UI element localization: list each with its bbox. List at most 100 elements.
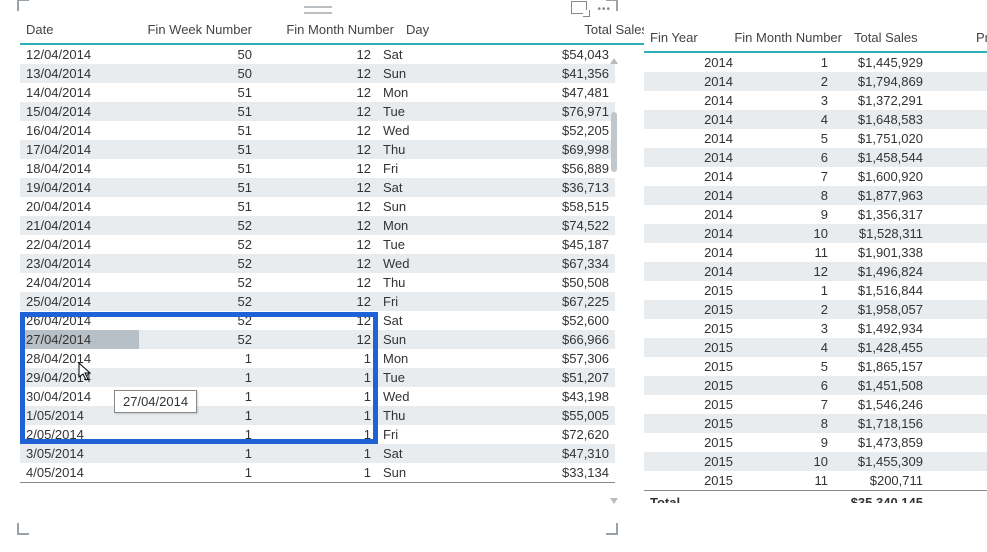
cell-year[interactable]: 2014 bbox=[644, 148, 739, 167]
cell-day[interactable]: Sat bbox=[377, 45, 496, 64]
cell-sales[interactable]: $55,005 bbox=[496, 406, 615, 425]
table-row[interactable]: 27/04/20145212Sun$66,966 bbox=[20, 330, 615, 349]
cell-day[interactable]: Tue bbox=[377, 235, 496, 254]
drag-handle-icon[interactable] bbox=[304, 6, 332, 14]
cell-week[interactable]: 51 bbox=[139, 83, 258, 102]
table-row[interactable]: 26/04/20145212Sat$52,600 bbox=[20, 311, 615, 330]
cell-week[interactable]: 50 bbox=[139, 45, 258, 64]
cell-month[interactable]: 4 bbox=[739, 110, 834, 129]
cell-month[interactable]: 7 bbox=[739, 395, 834, 414]
cell-prev[interactable]: $1,8 bbox=[929, 376, 987, 395]
cell-prev[interactable]: $1,8 bbox=[929, 205, 987, 224]
table-row[interactable]: 20141$1,445,929 bbox=[644, 53, 987, 72]
cell-month[interactable]: 1 bbox=[258, 368, 377, 387]
cell-sales[interactable]: $1,648,583 bbox=[834, 110, 929, 129]
table-row[interactable]: 4/05/201411Sun$33,134 bbox=[20, 463, 615, 483]
cell-date[interactable]: 25/04/2014 bbox=[20, 292, 139, 311]
table-row[interactable]: 22/04/20145212Tue$45,187 bbox=[20, 235, 615, 254]
cell-month[interactable]: 12 bbox=[258, 330, 377, 349]
cell-sales[interactable]: $1,751,020 bbox=[834, 129, 929, 148]
cell-month[interactable]: 12 bbox=[739, 262, 834, 281]
cell-month[interactable]: 1 bbox=[258, 406, 377, 425]
cell-month[interactable]: 12 bbox=[258, 254, 377, 273]
cell-month[interactable]: 12 bbox=[258, 64, 377, 83]
scrollbar-track[interactable] bbox=[611, 62, 617, 502]
cell-week[interactable]: 51 bbox=[139, 140, 258, 159]
cell-prev[interactable] bbox=[929, 53, 987, 72]
cell-sales[interactable]: $1,445,929 bbox=[834, 53, 929, 72]
cell-sales[interactable]: $1,516,844 bbox=[834, 281, 929, 300]
cell-month[interactable]: 12 bbox=[258, 273, 377, 292]
cell-month[interactable]: 12 bbox=[258, 140, 377, 159]
cell-prev[interactable]: $1,5 bbox=[929, 414, 987, 433]
cell-month[interactable]: 2 bbox=[739, 72, 834, 91]
cell-sales[interactable]: $72,620 bbox=[496, 425, 615, 444]
cell-month[interactable]: 1 bbox=[258, 387, 377, 406]
table-row[interactable]: 20148$1,877,963$1,6 bbox=[644, 186, 987, 205]
cell-sales[interactable]: $1,372,291 bbox=[834, 91, 929, 110]
cell-date[interactable]: 12/04/2014 bbox=[20, 45, 139, 64]
cell-day[interactable]: Sun bbox=[377, 463, 496, 483]
col-fin-week[interactable]: Fin Week Number bbox=[116, 16, 258, 44]
cell-prev[interactable]: $1,4 bbox=[929, 452, 987, 471]
cell-prev[interactable]: $1,6 bbox=[929, 186, 987, 205]
table-row[interactable]: 18/04/20145112Fri$56,889 bbox=[20, 159, 615, 178]
cell-week[interactable]: 51 bbox=[139, 197, 258, 216]
cell-sales[interactable]: $1,496,824 bbox=[834, 262, 929, 281]
col-total-sales[interactable]: Total Sales bbox=[492, 16, 654, 44]
cell-prev[interactable]: $1,5 bbox=[929, 243, 987, 262]
table-row[interactable]: 28/04/201411Mon$57,306 bbox=[20, 349, 615, 368]
table-row[interactable]: 1/05/201411Thu$55,005 bbox=[20, 406, 615, 425]
cell-week[interactable]: 51 bbox=[139, 178, 258, 197]
table-row[interactable]: 20144$1,648,583$1,3 bbox=[644, 110, 987, 129]
cell-day[interactable]: Wed bbox=[377, 254, 496, 273]
table-row[interactable]: 16/04/20145112Wed$52,205 bbox=[20, 121, 615, 140]
cell-day[interactable]: Sat bbox=[377, 311, 496, 330]
cell-day[interactable]: Fri bbox=[377, 425, 496, 444]
cell-year[interactable]: 2015 bbox=[644, 376, 739, 395]
table-visual-daily[interactable]: ••• Date Fin Week Number Fin Month Numbe… bbox=[20, 2, 615, 532]
table-row[interactable]: 14/04/20145112Mon$47,481 bbox=[20, 83, 615, 102]
cell-day[interactable]: Sun bbox=[377, 330, 496, 349]
cell-month[interactable]: 1 bbox=[258, 425, 377, 444]
table-row[interactable]: 29/04/201411Tue$51,207 bbox=[20, 368, 615, 387]
cell-sales[interactable]: $66,966 bbox=[496, 330, 615, 349]
cell-year[interactable]: 2015 bbox=[644, 357, 739, 376]
cell-day[interactable]: Mon bbox=[377, 349, 496, 368]
table-row[interactable]: 20149$1,356,317$1,8 bbox=[644, 205, 987, 224]
cell-sales[interactable]: $69,998 bbox=[496, 140, 615, 159]
table-row[interactable]: 20158$1,718,156$1,5 bbox=[644, 414, 987, 433]
table-row[interactable]: 20145$1,751,020$1,6 bbox=[644, 129, 987, 148]
cell-day[interactable]: Sun bbox=[377, 197, 496, 216]
cell-sales[interactable]: $47,310 bbox=[496, 444, 615, 463]
cell-year[interactable]: 2014 bbox=[644, 129, 739, 148]
table-header[interactable]: Date Fin Week Number Fin Month Number Da… bbox=[20, 16, 654, 44]
table-row[interactable]: 20/04/20145112Sun$58,515 bbox=[20, 197, 615, 216]
cell-sales[interactable]: $1,528,311 bbox=[834, 224, 929, 243]
cell-month[interactable]: 6 bbox=[739, 148, 834, 167]
cell-date[interactable]: 14/04/2014 bbox=[20, 83, 139, 102]
cell-month[interactable]: 2 bbox=[739, 300, 834, 319]
cell-sales[interactable]: $36,713 bbox=[496, 178, 615, 197]
cell-sales[interactable]: $1,865,157 bbox=[834, 357, 929, 376]
table-row[interactable]: 20154$1,428,455$1,4 bbox=[644, 338, 987, 357]
table-row[interactable]: 25/04/20145212Fri$67,225 bbox=[20, 292, 615, 311]
cell-week[interactable]: 1 bbox=[139, 349, 258, 368]
cell-month[interactable]: 12 bbox=[258, 159, 377, 178]
cell-sales[interactable]: $54,043 bbox=[496, 45, 615, 64]
cell-month[interactable]: 4 bbox=[739, 338, 834, 357]
cell-month[interactable]: 8 bbox=[739, 186, 834, 205]
cell-sales[interactable]: $74,522 bbox=[496, 216, 615, 235]
cell-week[interactable]: 51 bbox=[139, 159, 258, 178]
table-row[interactable]: 23/04/20145212Wed$67,334 bbox=[20, 254, 615, 273]
col-date[interactable]: Date bbox=[20, 16, 116, 44]
col-fin-month[interactable]: Fin Month Number bbox=[716, 24, 848, 52]
cell-day[interactable]: Sat bbox=[377, 444, 496, 463]
cell-date[interactable]: 16/04/2014 bbox=[20, 121, 139, 140]
cell-prev[interactable]: $1,4 bbox=[929, 338, 987, 357]
cell-year[interactable]: 2015 bbox=[644, 338, 739, 357]
cell-day[interactable]: Tue bbox=[377, 102, 496, 121]
cell-prev[interactable]: $1,4 bbox=[929, 281, 987, 300]
table-row[interactable]: 20152$1,958,057$1,5 bbox=[644, 300, 987, 319]
table-row[interactable]: 201410$1,528,311$1,3 bbox=[644, 224, 987, 243]
